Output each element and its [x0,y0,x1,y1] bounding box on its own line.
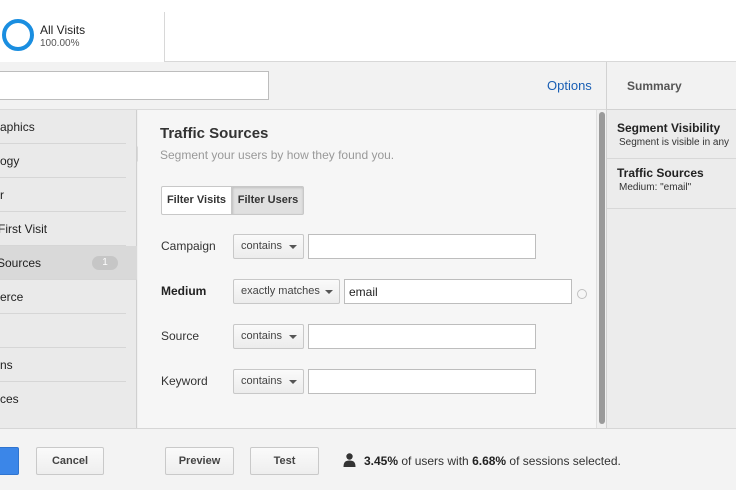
sidebar-item-label: First Visit [0,222,48,236]
sidebar-item-label: aphics [0,120,35,134]
chevron-down-icon [289,380,297,384]
summary-item-detail: Segment is visible in any [619,137,730,148]
sidebar-item-sequences[interactable]: ces [0,382,126,416]
test-button[interactable]: Test [250,447,319,475]
preview-button[interactable]: Preview [165,447,234,475]
keyword-label: Keyword [161,374,208,388]
sidebar-item-technology[interactable]: ogy [0,144,126,178]
sidebar-item-label: Sources [0,256,42,270]
sidebar-item-demographics[interactable]: aphics [0,110,126,144]
summary-panel: Summary Segment Visibility Segment is vi… [606,62,736,428]
segment-card-all-visits[interactable]: All Visits 100.00% [0,12,165,62]
segment-ring-icon [2,19,34,51]
sidebar-item-label: erce [0,290,24,304]
medium-input[interactable] [344,279,572,304]
sidebar-item-label: ogy [0,154,20,168]
chevron-down-icon [289,245,297,249]
user-icon [343,453,356,467]
summary-item-traffic-sources[interactable]: Traffic Sources Medium: "email" [607,159,736,209]
segment-bar: All Visits 100.00% [0,0,736,62]
sidebar-item-label: ces [0,392,19,406]
summary-title: Summary [607,62,736,110]
users-text: of users with [398,454,473,468]
medium-operator-select[interactable]: exactly matches [233,279,340,304]
panel-title: Traffic Sources [160,125,269,142]
users-percent: 3.45% [364,454,399,468]
segment-percent: 100.00% [40,38,80,49]
chevron-down-icon [325,290,333,294]
cancel-button[interactable]: Cancel [36,447,104,475]
sidebar-item-label: ns [0,358,13,372]
source-operator-select[interactable]: contains [233,324,304,349]
operator-value: contains [241,240,282,252]
filter-users-toggle[interactable]: Filter Users [232,186,304,215]
sidebar-item-ecommerce[interactable]: erce [0,280,126,314]
campaign-input[interactable] [308,234,536,259]
segment-name: All Visits [40,23,86,37]
save-button[interactable] [0,447,19,475]
campaign-operator-select[interactable]: contains [233,234,304,259]
source-label: Source [161,329,200,343]
operator-value: contains [241,330,282,342]
sidebar: aphics ogy r First Visit Sources 1 erce … [0,110,137,428]
filter-visits-toggle[interactable]: Filter Visits [161,186,232,215]
sidebar-item-label: r [0,188,4,202]
keyword-input[interactable] [308,369,536,394]
scrollbar-thumb[interactable] [599,112,605,424]
sidebar-item-traffic-sources[interactable]: Sources 1 [0,246,137,280]
source-input[interactable] [308,324,536,349]
keyword-operator-select[interactable]: contains [233,369,304,394]
segment-name-input[interactable] [0,71,269,100]
sidebar-item-conditions[interactable]: ns [0,348,126,382]
summary-item-heading: Segment Visibility [617,121,721,135]
campaign-label: Campaign [161,239,216,253]
sessions-percent: 6.68% [472,454,507,468]
panel-scrollbar[interactable] [596,110,606,428]
footer-bar: Cancel Preview Test 3.45% of users with … [0,428,736,490]
sidebar-item-date-of-first-visit[interactable]: First Visit [0,212,126,246]
chevron-down-icon [289,335,297,339]
sessions-text: of sessions selected. [506,454,621,468]
sidebar-divider [0,314,126,348]
segment-name-bar: Options [0,62,606,110]
selection-summary: 3.45% of users with 6.68% of sessions se… [364,454,621,468]
operator-value: contains [241,375,282,387]
operator-value: exactly matches [241,285,320,297]
traffic-sources-panel: Traffic Sources Segment your users by ho… [138,110,596,428]
options-link[interactable]: Options [547,78,592,93]
panel-subtitle: Segment your users by how they found you… [160,148,395,162]
sidebar-item-behavior[interactable]: r [0,178,126,212]
summary-item-segment-visibility[interactable]: Segment Visibility Segment is visible in… [607,114,736,159]
medium-label: Medium [161,284,207,298]
summary-item-heading: Traffic Sources [617,166,704,180]
summary-item-detail: Medium: "email" [619,182,692,193]
remove-condition-icon[interactable] [577,289,587,299]
sidebar-item-count-badge: 1 [92,256,118,270]
